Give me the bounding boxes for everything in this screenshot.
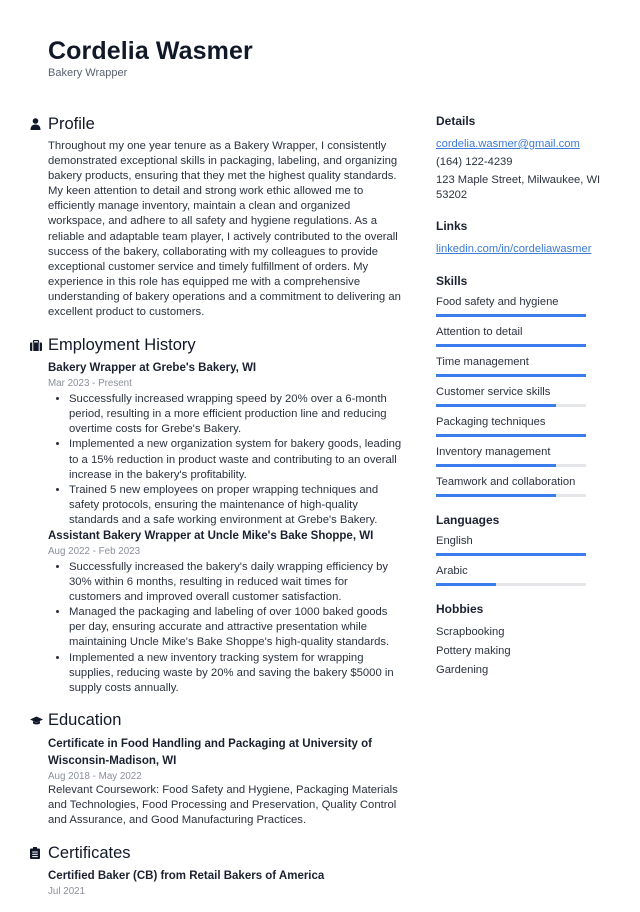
section-title: Profile	[48, 114, 95, 133]
skill-level-bar	[436, 314, 586, 317]
skill-level-bar	[436, 374, 586, 377]
person-icon	[30, 118, 48, 130]
job-entry: Bakery Wrapper at Grebe's Bakery, WI Mar…	[48, 360, 402, 528]
skill-label: Inventory management	[436, 446, 551, 458]
clipboard-icon	[30, 847, 48, 860]
skill-level-fill	[436, 404, 556, 407]
hobbies-heading: Hobbies	[436, 602, 484, 616]
job-title: Assistant Bakery Wrapper at Uncle Mike's…	[48, 529, 374, 542]
phone-text: (164) 122-4239	[436, 156, 513, 168]
job-dates: Mar 2023 - Present	[48, 378, 132, 390]
candidate-name: Cordelia Wasmer	[48, 37, 253, 65]
language-item: English	[436, 534, 606, 556]
hobby-item: Gardening	[436, 664, 489, 676]
skill-level-fill	[436, 314, 586, 317]
language-level-bar	[436, 583, 586, 586]
skill-level-bar	[436, 404, 586, 407]
hobby-item: Scrapbooking	[436, 626, 505, 638]
address-text: 123 Maple Street, Milwaukee, WI 53202	[436, 174, 601, 201]
profile-text: Throughout my one year tenure as a Baker…	[48, 140, 401, 319]
language-level-fill	[436, 553, 586, 556]
skill-item: Packaging techniques	[436, 415, 606, 437]
certificate-dates: Jul 2021	[48, 886, 86, 898]
skill-level-fill	[436, 434, 586, 437]
skill-level-bar	[436, 494, 586, 497]
skill-item: Inventory management	[436, 445, 606, 467]
job-entry: Assistant Bakery Wrapper at Uncle Mike's…	[48, 528, 402, 696]
briefcase-icon	[30, 339, 48, 351]
languages-section: Languages English Arabic	[436, 512, 606, 586]
language-level-bar	[436, 553, 586, 556]
language-label: Arabic	[436, 565, 468, 577]
certificates-section: Certificates Certified Baker (CB) from R…	[30, 842, 402, 898]
profile-section: Profile Throughout my one year tenure as…	[30, 113, 402, 320]
languages-heading: Languages	[436, 513, 500, 527]
skill-label: Attention to detail	[436, 326, 523, 338]
job-bullet: Trained 5 new employees on proper wrappi…	[69, 483, 402, 528]
certificate-title: Certified Baker (CB) from Retail Bakers …	[48, 870, 325, 883]
details-heading: Details	[436, 114, 476, 128]
education-text: Relevant Coursework: Food Safety and Hyg…	[48, 783, 398, 826]
sidebar: Details cordelia.wasmer@gmail.com (164) …	[436, 113, 606, 695]
section-title: Education	[48, 711, 122, 730]
skills-heading: Skills	[436, 274, 468, 288]
email-link[interactable]: cordelia.wasmer@gmail.com	[436, 138, 580, 150]
skill-level-bar	[436, 344, 586, 347]
skill-level-fill	[436, 494, 556, 497]
links-heading: Links	[436, 219, 468, 233]
education-section: Education Certificate in Food Handling a…	[30, 710, 402, 828]
skill-label: Customer service skills	[436, 386, 551, 398]
linkedin-link[interactable]: linkedin.com/in/cordeliawasmer	[436, 243, 591, 255]
graduation-cap-icon	[30, 716, 48, 726]
details-section: Details cordelia.wasmer@gmail.com (164) …	[436, 113, 606, 203]
skill-level-bar	[436, 464, 586, 467]
skill-item: Customer service skills	[436, 385, 606, 407]
job-bullet: Managed the packaging and labeling of ov…	[69, 605, 402, 650]
section-title: Certificates	[48, 843, 131, 862]
main-column: Profile Throughout my one year tenure as…	[30, 113, 402, 912]
education-title: Certificate in Food Handling and Packagi…	[48, 737, 372, 767]
links-section: Links linkedin.com/in/cordeliawasmer	[436, 218, 606, 258]
skill-label: Teamwork and collaboration	[436, 476, 576, 488]
candidate-title: Bakery Wrapper	[48, 67, 128, 79]
job-bullet: Implemented a new organization system fo…	[69, 437, 402, 482]
job-bullet: Successfully increased the bakery's dail…	[69, 560, 402, 605]
skill-level-bar	[436, 434, 586, 437]
skill-level-fill	[436, 464, 556, 467]
skill-level-fill	[436, 374, 586, 377]
job-dates: Aug 2022 - Feb 2023	[48, 545, 141, 557]
skill-label: Time management	[436, 356, 529, 368]
hobby-item: Pottery making	[436, 645, 511, 657]
skills-section: Skills Food safety and hygiene Attention …	[436, 273, 606, 497]
skill-item: Attention to detail	[436, 325, 606, 347]
skill-level-fill	[436, 344, 586, 347]
skill-item: Time management	[436, 355, 606, 377]
job-bullet: Implemented a new inventory tracking sys…	[69, 651, 402, 696]
job-title: Bakery Wrapper at Grebe's Bakery, WI	[48, 362, 257, 375]
job-bullet: Successfully increased wrapping speed by…	[69, 392, 402, 437]
employment-section: Employment History Bakery Wrapper at Gre…	[30, 334, 402, 696]
skill-item: Teamwork and collaboration	[436, 475, 606, 497]
hobbies-section: Hobbies Scrapbooking Pottery making Gard…	[436, 601, 606, 680]
education-dates: Aug 2018 - May 2022	[48, 770, 142, 782]
language-item: Arabic	[436, 564, 606, 586]
skill-label: Food safety and hygiene	[436, 296, 559, 308]
skill-item: Food safety and hygiene	[436, 295, 606, 317]
skill-label: Packaging techniques	[436, 416, 546, 428]
language-level-fill	[436, 583, 496, 586]
language-label: English	[436, 535, 473, 547]
section-title: Employment History	[48, 335, 196, 354]
